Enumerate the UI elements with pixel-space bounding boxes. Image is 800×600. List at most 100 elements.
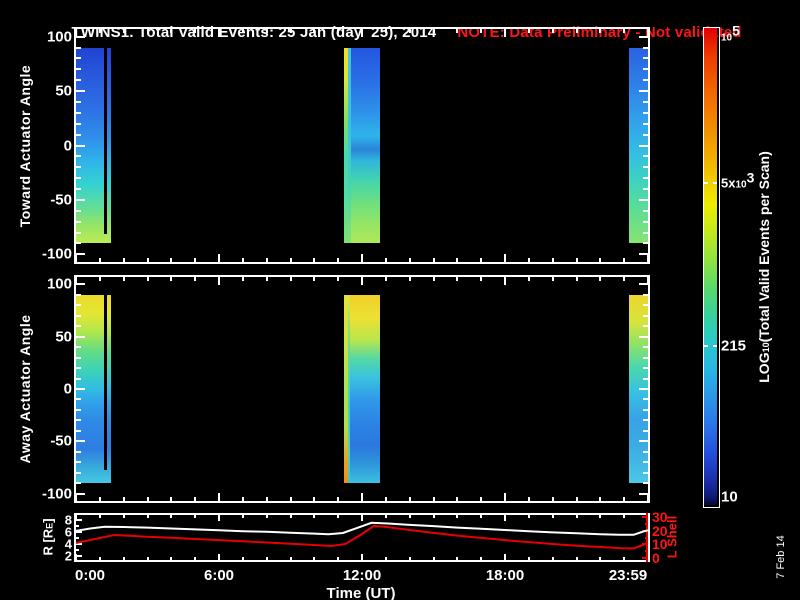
y-tick	[76, 408, 81, 411]
y-tick	[76, 450, 81, 453]
y-tick	[639, 35, 648, 38]
x-tick	[551, 515, 554, 518]
date-stamp: 7 Feb 14	[775, 535, 787, 579]
y-tick	[643, 79, 648, 82]
y-tick	[76, 554, 82, 557]
x-tick	[623, 277, 626, 281]
y-tick	[76, 293, 81, 296]
y-tick	[76, 388, 85, 390]
y-tick-label: 50	[55, 328, 72, 346]
x-tick	[194, 515, 197, 518]
x-tick	[361, 277, 363, 285]
x-tick	[361, 554, 363, 560]
colorbar-tick-label: 215	[721, 337, 747, 355]
y-tick	[76, 188, 81, 191]
x-tick	[599, 515, 602, 518]
y-tick	[643, 482, 648, 485]
y-tick	[76, 68, 81, 71]
x-tick	[456, 497, 459, 501]
y-tick	[643, 231, 648, 234]
y-tick	[76, 304, 81, 307]
x-tick	[575, 515, 578, 518]
x-tick	[289, 515, 292, 518]
x-tick	[408, 277, 411, 281]
x-tick	[122, 557, 125, 560]
y-tick	[76, 100, 81, 103]
x-tick	[480, 29, 483, 33]
x-tick	[527, 258, 530, 262]
y-axis-label-r: R [RE]	[40, 518, 56, 556]
x-tick	[122, 277, 125, 281]
y-tick	[643, 155, 648, 158]
x-tick	[194, 277, 197, 281]
x-tick	[408, 497, 411, 501]
x-tick	[313, 497, 316, 501]
y-tick	[643, 461, 648, 464]
y-tick	[76, 79, 81, 82]
x-tick	[313, 277, 316, 281]
x-tick	[241, 557, 244, 560]
y-tick	[76, 398, 81, 401]
y-tick	[76, 335, 85, 338]
y-tick	[643, 367, 648, 370]
x-tick	[218, 254, 220, 262]
y-tick	[639, 388, 648, 390]
x-tick	[265, 258, 268, 262]
x-tick	[504, 493, 506, 501]
x-tick	[623, 557, 626, 560]
x-tick	[504, 554, 506, 560]
right-axis-red	[646, 513, 648, 562]
y-tick	[643, 57, 648, 60]
x-tick	[289, 29, 292, 33]
x-tick	[337, 557, 340, 560]
x-tick	[527, 557, 530, 560]
y-tick	[643, 100, 648, 103]
y-tick	[76, 356, 81, 359]
x-tick	[575, 497, 578, 501]
y-tick	[76, 536, 79, 539]
x-tick	[432, 497, 435, 501]
y-tick	[76, 46, 81, 49]
y-tick	[643, 209, 648, 212]
x-tick	[527, 277, 530, 281]
x-tick	[194, 258, 197, 262]
x-tick	[289, 277, 292, 281]
y-tick	[76, 419, 81, 422]
x-tick	[170, 277, 173, 281]
x-tick	[361, 29, 363, 37]
x-tick-label: 6:00	[203, 567, 235, 584]
x-tick	[456, 29, 459, 33]
x-tick	[265, 497, 268, 501]
y-tick-label: -100	[41, 245, 72, 263]
y-tick	[76, 283, 85, 286]
y-tick	[76, 122, 81, 125]
y-tick	[76, 133, 81, 136]
y-tick	[643, 293, 648, 296]
y-tick	[76, 209, 81, 212]
y-tick	[76, 367, 81, 370]
y-tick	[643, 398, 648, 401]
y-tick	[639, 198, 648, 201]
y-tick	[643, 356, 648, 359]
x-tick	[122, 258, 125, 262]
x-tick	[551, 29, 554, 33]
x-tick	[170, 29, 173, 33]
x-tick	[218, 493, 220, 501]
x-tick	[504, 254, 506, 262]
x-tick	[384, 258, 387, 262]
y-tick	[639, 335, 648, 338]
colorbar-tick	[704, 182, 708, 185]
x-tick	[551, 557, 554, 560]
x-tick	[432, 277, 435, 281]
x-tick	[194, 29, 197, 33]
x-tick	[480, 497, 483, 501]
y-tick	[76, 524, 79, 527]
x-tick	[337, 497, 340, 501]
x-tick	[551, 258, 554, 262]
y-tick	[639, 144, 648, 147]
x-tick	[98, 497, 101, 501]
y-tick	[643, 429, 648, 432]
y-tick	[639, 440, 648, 443]
heatmap-panel-border	[74, 275, 650, 503]
y-tick	[76, 377, 81, 380]
